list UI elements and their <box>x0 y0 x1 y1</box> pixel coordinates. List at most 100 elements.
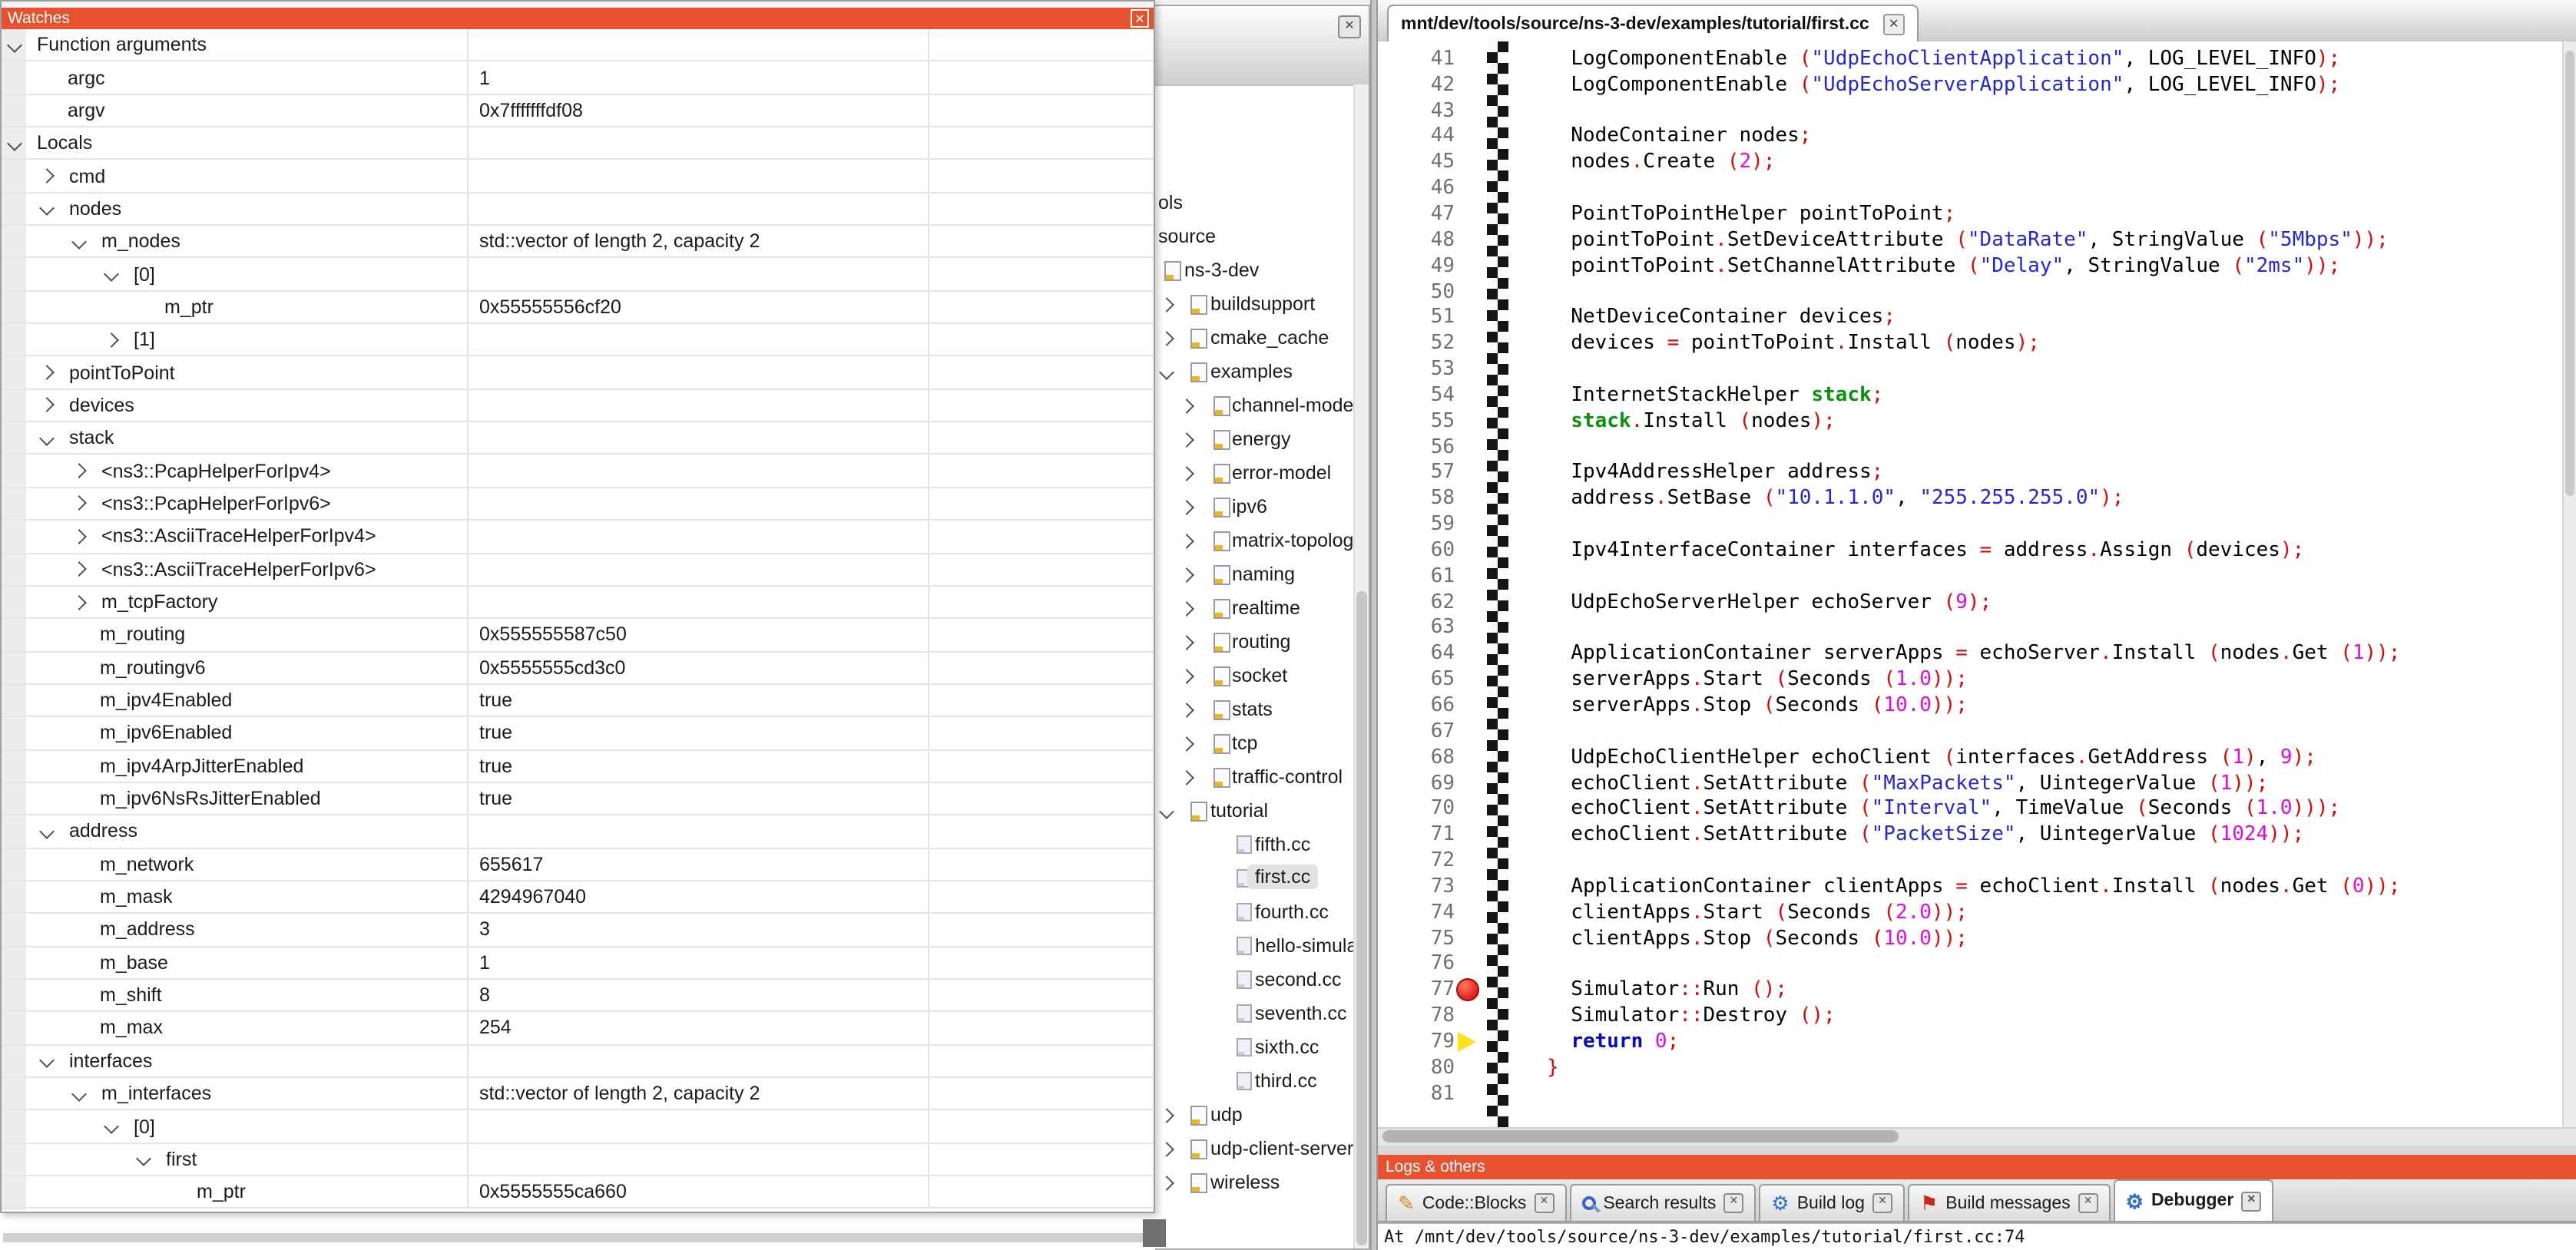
tree-vertical-scrollbar[interactable] <box>1353 84 1369 1248</box>
code-line[interactable]: 53 <box>1378 356 2564 382</box>
watch-row[interactable]: [0] <box>2 259 1154 292</box>
tree-item[interactable]: ns-3-dev <box>1155 255 1355 289</box>
tree-item-label[interactable]: naming <box>1232 564 1295 585</box>
tree-item-label[interactable]: udp <box>1210 1104 1243 1126</box>
code-line[interactable]: 79 return 0; <box>1378 1029 2564 1055</box>
scrollbar-thumb[interactable] <box>1382 1130 1899 1143</box>
marker-margin[interactable] <box>1455 1055 1487 1081</box>
watch-row[interactable]: m_mask4294967040 <box>2 881 1154 914</box>
chevron-right-icon[interactable] <box>1179 601 1194 617</box>
marker-margin[interactable] <box>1455 874 1487 900</box>
marker-margin[interactable] <box>1455 201 1487 227</box>
watch-row[interactable]: <ns3::PcapHelperForIpv6> <box>2 488 1154 521</box>
tree-item-label[interactable]: energy <box>1232 428 1290 450</box>
editor-horizontal-scrollbar[interactable] <box>1378 1127 2576 1146</box>
watch-row[interactable]: m_ptr0x55555556cf20 <box>2 292 1154 325</box>
tree-item[interactable]: channel-models <box>1155 390 1355 424</box>
tree-item[interactable]: socket <box>1155 660 1355 694</box>
chevron-right-icon[interactable] <box>1179 500 1194 515</box>
code-line[interactable]: 67 <box>1378 719 2564 745</box>
tree-item[interactable]: source <box>1155 221 1355 255</box>
marker-margin[interactable] <box>1455 331 1487 357</box>
chevron-down-icon[interactable] <box>7 136 22 151</box>
marker-margin[interactable] <box>1455 486 1487 512</box>
code-line[interactable]: 59 <box>1378 511 2564 537</box>
marker-margin[interactable] <box>1455 72 1487 98</box>
tree-item[interactable]: sixth.cc <box>1155 1032 1355 1066</box>
tree-item[interactable]: traffic-control <box>1155 762 1355 795</box>
marker-margin[interactable] <box>1455 770 1487 796</box>
code-line[interactable]: 63 <box>1378 615 2564 641</box>
marker-margin[interactable] <box>1455 900 1487 926</box>
chevron-right-icon[interactable] <box>1179 736 1194 752</box>
watch-row[interactable]: m_routingv60x5555555cd3c0 <box>2 652 1154 685</box>
marker-margin[interactable] <box>1455 977 1487 1004</box>
watch-row[interactable]: <ns3::AsciiTraceHelperForIpv6> <box>2 554 1154 587</box>
marker-margin[interactable] <box>1455 460 1487 486</box>
tree-item-label[interactable]: ipv6 <box>1232 496 1267 518</box>
close-icon[interactable]: ✕ <box>1131 8 1149 27</box>
tree-item[interactable]: stats <box>1155 694 1355 728</box>
marker-margin[interactable] <box>1455 822 1487 848</box>
code-line[interactable]: 68 UdpEchoClientHelper echoClient (inter… <box>1378 745 2564 771</box>
chevron-down-icon[interactable] <box>1159 365 1174 380</box>
code-line[interactable]: 54 InternetStackHelper stack; <box>1378 382 2564 408</box>
tree-item-label[interactable]: realtime <box>1232 597 1300 619</box>
code-line[interactable]: 81 <box>1378 1081 2564 1107</box>
marker-margin[interactable] <box>1455 693 1487 719</box>
chevron-right-icon[interactable] <box>1159 1108 1174 1123</box>
watch-row[interactable]: interfaces <box>2 1045 1154 1078</box>
watch-row[interactable]: m_interfacesstd::vector of length 2, cap… <box>2 1078 1154 1111</box>
code-line[interactable]: 52 devices = pointToPoint.Install (nodes… <box>1378 331 2564 357</box>
tree-item-label[interactable]: hello-simulator.cc <box>1255 935 1355 957</box>
tree-item[interactable]: third.cc <box>1155 1066 1355 1100</box>
tree-item-label[interactable]: examples <box>1210 361 1293 382</box>
code-line[interactable]: 41 LogComponentEnable ("UdpEchoClientApp… <box>1378 46 2564 72</box>
code-line[interactable]: 60 Ipv4InterfaceContainer interfaces = a… <box>1378 537 2564 564</box>
close-icon[interactable]: ✕ <box>1872 1193 1892 1213</box>
tree-item[interactable]: seventh.cc <box>1155 998 1355 1032</box>
chevron-down-icon[interactable] <box>39 201 55 217</box>
watch-row[interactable]: m_base1 <box>2 947 1154 980</box>
chevron-down-icon[interactable] <box>71 234 87 250</box>
close-icon[interactable]: ✕ <box>2241 1191 2261 1211</box>
tree-item[interactable]: realtime <box>1155 593 1355 627</box>
logs-tab-search-results[interactable]: Search results✕ <box>1569 1184 1756 1221</box>
tree-item[interactable]: energy <box>1155 424 1355 458</box>
tree-item-label[interactable]: routing <box>1232 631 1290 653</box>
chevron-right-icon[interactable] <box>104 332 119 348</box>
marker-margin[interactable] <box>1455 925 1487 951</box>
code-line[interactable]: 48 pointToPoint.SetDeviceAttribute ("Dat… <box>1378 227 2564 253</box>
scrollbar-thumb[interactable] <box>1356 591 1367 1245</box>
watch-row[interactable]: m_tcpFactory <box>2 587 1154 620</box>
chevron-right-icon[interactable] <box>71 496 87 511</box>
watch-row[interactable]: <ns3::AsciiTraceHelperForIpv4> <box>2 521 1154 554</box>
watch-row[interactable]: Locals <box>2 127 1154 160</box>
scrollbar-thumb[interactable] <box>2565 51 2574 496</box>
watches-title-bar[interactable]: Watches ✕ <box>2 8 1154 29</box>
watch-row[interactable]: m_max254 <box>2 1013 1154 1046</box>
tree-item[interactable]: tcp <box>1155 728 1355 762</box>
tree-item[interactable]: examples <box>1155 356 1355 390</box>
tree-item-label[interactable]: tutorial <box>1210 800 1268 822</box>
chevron-right-icon[interactable] <box>1179 770 1194 785</box>
chevron-down-icon[interactable] <box>39 431 55 446</box>
chevron-down-icon[interactable] <box>104 266 119 282</box>
tree-item-label[interactable]: first.cc <box>1247 865 1318 889</box>
close-icon[interactable]: ✕ <box>2078 1193 2098 1213</box>
chevron-right-icon[interactable] <box>1179 567 1194 583</box>
code-line[interactable]: 51 NetDeviceContainer devices; <box>1378 305 2564 331</box>
marker-margin[interactable] <box>1455 848 1487 874</box>
code-line[interactable]: 66 serverApps.Stop (Seconds (10.0)); <box>1378 693 2564 719</box>
marker-margin[interactable] <box>1455 227 1487 253</box>
marker-margin[interactable] <box>1455 356 1487 382</box>
watch-row[interactable]: argc1 <box>2 62 1154 95</box>
marker-margin[interactable] <box>1455 564 1487 590</box>
code-line[interactable]: 44 NodeContainer nodes; <box>1378 124 2564 150</box>
tree-item[interactable]: naming <box>1155 559 1355 593</box>
code-line[interactable]: 80} <box>1378 1055 2564 1081</box>
breakpoint-icon[interactable] <box>1456 979 1479 1002</box>
watch-row[interactable]: argv0x7fffffffdf08 <box>2 94 1154 127</box>
code-line[interactable]: 42 LogComponentEnable ("UdpEchoServerApp… <box>1378 72 2564 98</box>
close-icon[interactable]: ✕ <box>1534 1193 1554 1213</box>
